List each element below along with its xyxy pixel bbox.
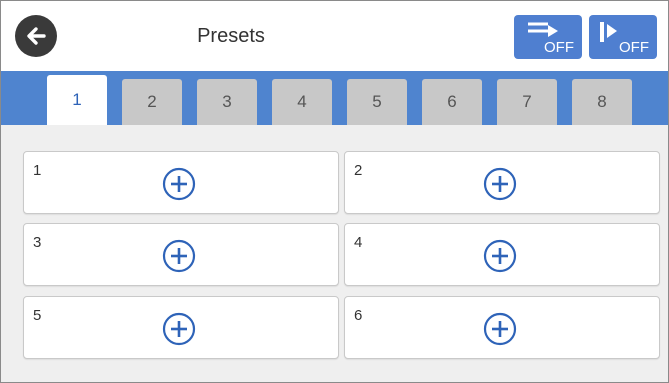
tab-7[interactable]: 7	[497, 79, 557, 125]
continuous-mode-button[interactable]: OFF	[514, 15, 582, 59]
preset-number: 3	[33, 234, 42, 251]
page-title: Presets	[197, 25, 265, 47]
tab-6[interactable]: 6	[422, 79, 482, 125]
preset-slot-5[interactable]: 5	[23, 296, 339, 359]
add-icon	[162, 167, 196, 201]
tab-3[interactable]: 3	[197, 79, 257, 125]
add-icon	[483, 312, 517, 346]
header-bar: Presets OFF OFF	[1, 1, 668, 71]
auto-start-button[interactable]: OFF	[589, 15, 657, 59]
continuous-mode-state: OFF	[544, 39, 574, 56]
preset-slot-2[interactable]: 2	[344, 151, 660, 214]
presets-screen: Presets OFF OFF 1 2 3 4 5 6 7 8 1 2 3 4 …	[0, 0, 669, 383]
add-icon	[483, 167, 517, 201]
preset-slot-6[interactable]: 6	[344, 296, 660, 359]
tab-8[interactable]: 8	[572, 79, 632, 125]
auto-start-state: OFF	[619, 39, 649, 56]
preset-tabs: 1 2 3 4 5 6 7 8	[1, 71, 668, 125]
tab-2[interactable]: 2	[122, 79, 182, 125]
preset-number: 4	[354, 234, 363, 251]
preset-slot-3[interactable]: 3	[23, 223, 339, 286]
add-icon	[162, 239, 196, 273]
tab-4[interactable]: 4	[272, 79, 332, 125]
add-icon	[162, 312, 196, 346]
preset-number: 6	[354, 307, 363, 324]
preset-slot-4[interactable]: 4	[344, 223, 660, 286]
preset-number: 1	[33, 162, 42, 179]
add-icon	[483, 239, 517, 273]
tab-1[interactable]: 1	[47, 75, 107, 125]
preset-list: 1 2 3 4 5 6	[1, 125, 668, 382]
tab-5[interactable]: 5	[347, 79, 407, 125]
preset-number: 2	[354, 162, 363, 179]
preset-slot-1[interactable]: 1	[23, 151, 339, 214]
preset-number: 5	[33, 307, 42, 324]
